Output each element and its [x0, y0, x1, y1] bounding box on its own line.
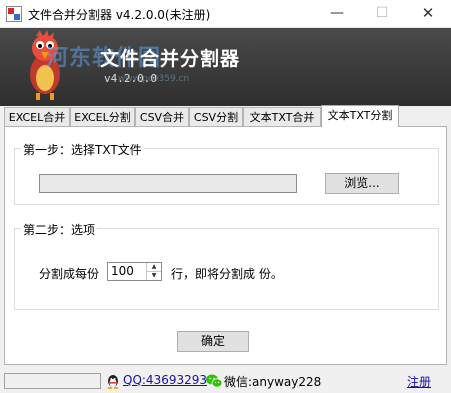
app-version: v4.2.0.0 [104, 72, 157, 85]
step2-legend: 第二步：选项 [21, 221, 98, 238]
tab-panel-txt-split: 第一步：选择TXT文件 浏览... 第二步：选项 分割成每份 100 ▲ ▼ 行… [4, 126, 447, 365]
title-bar[interactable]: 文件合并分割器 v4.2.0.0(未注册) — ☐ ✕ [0, 0, 451, 28]
close-icon[interactable]: ✕ [405, 0, 451, 28]
split-size-label: 分割成每份 [39, 267, 100, 281]
step1-legend: 第一步：选择TXT文件 [21, 141, 144, 158]
browse-button[interactable]: 浏览... [325, 173, 399, 194]
status-bar: QQ:43693293 微信:anyway228 注册 [0, 370, 451, 393]
qq-icon [107, 375, 119, 389]
app-name: 文件合并分割器 [100, 48, 241, 70]
stepper-buttons: ▲ ▼ [146, 263, 161, 280]
tab-excel-merge[interactable]: EXCEL合并 [4, 107, 70, 126]
register-link[interactable]: 注册 [407, 373, 431, 390]
stepper-up-icon[interactable]: ▲ [147, 263, 161, 272]
tab-csv-merge[interactable]: CSV合并 [135, 107, 189, 126]
tab-txt-split[interactable]: 文本TXT分割 [321, 105, 399, 127]
minimize-icon[interactable]: — [314, 0, 360, 28]
file-path-field[interactable] [39, 174, 297, 193]
status-text [4, 373, 101, 389]
split-unit-label: 行，即将分割成 份。 [171, 267, 283, 281]
tab-csv-split[interactable]: CSV分割 [189, 107, 243, 126]
confirm-button[interactable]: 确定 [177, 331, 249, 352]
stepper-down-icon[interactable]: ▼ [147, 272, 161, 280]
tab-excel-split[interactable]: EXCEL分割 [70, 107, 135, 126]
maximize-icon[interactable]: ☐ [359, 0, 405, 28]
split-size-value[interactable]: 100 [111, 264, 134, 278]
app-icon [6, 6, 22, 22]
wechat-contact: 微信:anyway228 [224, 375, 322, 389]
wechat-icon [206, 374, 223, 388]
tab-txt-merge[interactable]: 文本TXT合并 [243, 107, 321, 126]
header-banner: 河东软件园 www.pc0359.cn 文件合并分割器 v4.2.0.0 [0, 28, 451, 106]
split-size-stepper[interactable]: 100 ▲ ▼ [107, 262, 162, 281]
window-title: 文件合并分割器 v4.2.0.0(未注册) [28, 8, 211, 22]
qq-contact[interactable]: QQ:43693293 [123, 373, 207, 387]
